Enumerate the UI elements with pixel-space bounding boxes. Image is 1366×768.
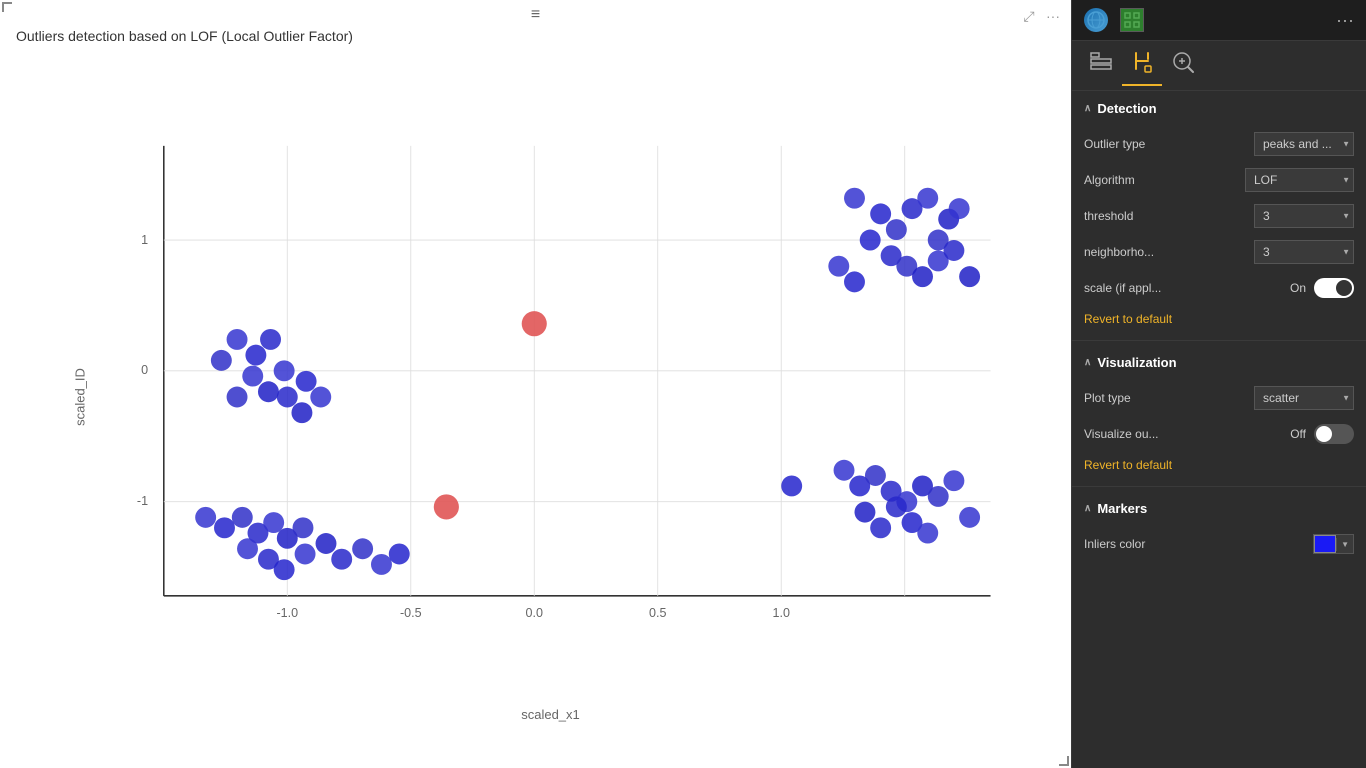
more-options-icon[interactable]: ···	[1043, 6, 1063, 26]
revert-visualization-button[interactable]: Revert to default	[1072, 452, 1366, 482]
outlier-type-dropdown-wrapper: peaks and ... peaks valleys	[1254, 132, 1354, 156]
panel-more-options-icon[interactable]: ···	[1336, 10, 1354, 31]
markers-chevron-icon: ∧	[1084, 503, 1091, 514]
detection-chevron-icon: ∧	[1084, 103, 1091, 114]
plot-type-select[interactable]: scatter line bar	[1254, 386, 1354, 410]
chart-area: ≡ ⤢ ··· Outliers detection based on LOF …	[0, 0, 1071, 768]
inliers-color-swatch-dropdown[interactable]: ▼	[1313, 534, 1354, 554]
svg-text:-1: -1	[136, 494, 147, 508]
inliers-color-label: Inliers color	[1084, 537, 1313, 551]
detection-section-label: Detection	[1097, 101, 1156, 116]
x-axis-label: scaled_x1	[521, 707, 580, 722]
plot-type-dropdown-wrapper: scatter line bar	[1254, 386, 1354, 410]
scale-row: scale (if appl... On	[1072, 270, 1366, 306]
visualization-section-label: Visualization	[1097, 355, 1176, 370]
svg-text:1: 1	[141, 233, 148, 247]
tab-fields[interactable]	[1080, 46, 1122, 85]
tab-analytics[interactable]	[1162, 45, 1204, 86]
chart-wrapper: scaled_ID scaled_x1 1 0	[0, 46, 1071, 768]
visualize-toggle-off-label: Off	[1290, 427, 1306, 441]
visualization-chevron-icon: ∧	[1084, 357, 1091, 368]
visualize-toggle[interactable]	[1314, 424, 1354, 444]
algorithm-label: Algorithm	[1084, 173, 1245, 187]
scale-toggle-container: On	[1290, 278, 1354, 298]
chart-title: Outliers detection based on LOF (Local O…	[16, 28, 353, 44]
visualize-label: Visualize ou...	[1084, 427, 1290, 441]
svg-text:-1.0: -1.0	[276, 606, 298, 620]
expand-icon[interactable]: ⤢	[1019, 6, 1039, 26]
scatter-plot: scaled_ID scaled_x1 1 0	[101, 107, 1001, 687]
algorithm-select[interactable]: LOF IsolationForest	[1245, 168, 1354, 192]
algorithm-dropdown-wrapper: LOF IsolationForest	[1245, 168, 1354, 192]
corner-bracket-tl	[2, 2, 12, 12]
threshold-row: threshold 3 2 5	[1072, 198, 1366, 234]
chart-top-icons: ⤢ ···	[1019, 6, 1063, 26]
hamburger-menu-icon[interactable]: ≡	[531, 6, 540, 24]
detection-section-header[interactable]: ∧ Detection	[1072, 91, 1366, 126]
revert-detection-button[interactable]: Revert to default	[1072, 306, 1366, 336]
plot-type-row: Plot type scatter line bar	[1072, 380, 1366, 416]
scatter-svg: 1 0 -1 -1.0 -0.5 0.0 0.5 1.0	[101, 107, 1001, 687]
svg-text:0.5: 0.5	[649, 606, 666, 620]
outlier-type-row: Outlier type peaks and ... peaks valleys	[1072, 126, 1366, 162]
svg-text:0.0: 0.0	[525, 606, 542, 620]
scale-label: scale (if appl...	[1084, 281, 1290, 295]
neighborhood-dropdown-wrapper: 3 5 10	[1254, 240, 1354, 264]
panel-tabs	[1072, 41, 1366, 91]
algorithm-row: Algorithm LOF IsolationForest	[1072, 162, 1366, 198]
svg-text:-0.5: -0.5	[399, 606, 421, 620]
threshold-dropdown-wrapper: 3 2 5	[1254, 204, 1354, 228]
markers-section-header[interactable]: ∧ Markers	[1072, 491, 1366, 526]
plot-type-label: Plot type	[1084, 391, 1254, 405]
section-divider-1	[1072, 340, 1366, 341]
y-axis-label: scaled_ID	[72, 368, 87, 426]
scatter-grid-icon	[1120, 8, 1144, 32]
globe-icon	[1084, 8, 1108, 32]
markers-section-label: Markers	[1097, 501, 1147, 516]
inliers-color-dropdown-arrow[interactable]: ▼	[1336, 538, 1353, 551]
tab-format[interactable]	[1122, 45, 1162, 86]
scale-toggle[interactable]	[1314, 278, 1354, 298]
right-panel: ··· ∧	[1071, 0, 1366, 768]
visualization-section-header[interactable]: ∧ Visualization	[1072, 345, 1366, 380]
visualize-row: Visualize ou... Off	[1072, 416, 1366, 452]
threshold-label: threshold	[1084, 209, 1254, 223]
scale-toggle-off-label: On	[1290, 281, 1306, 295]
panel-content: ∧ Detection Outlier type peaks and ... p…	[1072, 91, 1366, 768]
visualize-toggle-container: Off	[1290, 424, 1354, 444]
inliers-color-row: Inliers color ▼	[1072, 526, 1366, 562]
section-divider-2	[1072, 486, 1366, 487]
threshold-select[interactable]: 3 2 5	[1254, 204, 1354, 228]
panel-top-bar: ···	[1072, 0, 1366, 41]
svg-text:0: 0	[141, 363, 148, 377]
neighborhood-select[interactable]: 3 5 10	[1254, 240, 1354, 264]
outlier-type-label: Outlier type	[1084, 137, 1254, 151]
neighborhood-label: neighborho...	[1084, 245, 1254, 259]
inliers-color-swatch[interactable]	[1314, 535, 1336, 553]
neighborhood-row: neighborho... 3 5 10	[1072, 234, 1366, 270]
outlier-type-select[interactable]: peaks and ... peaks valleys	[1254, 132, 1354, 156]
svg-text:1.0: 1.0	[772, 606, 789, 620]
